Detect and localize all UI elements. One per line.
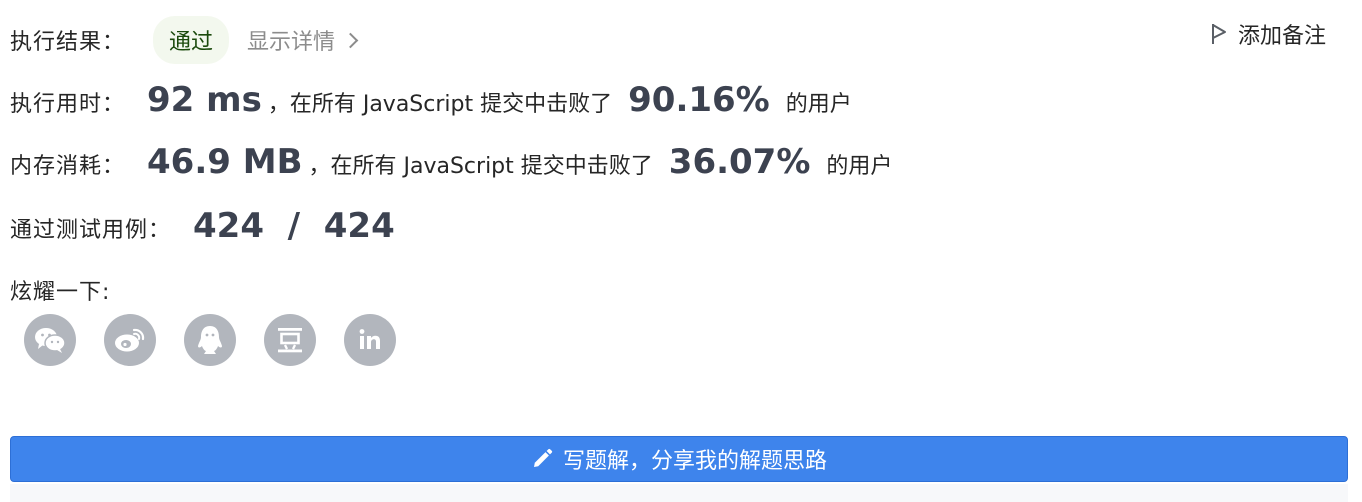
bottom-divider — [10, 484, 1348, 502]
runtime-middle-text: ，在所有 JavaScript 提交中击败了 — [267, 92, 613, 117]
wechat-icon — [35, 328, 66, 353]
result-label: 执行结果： — [10, 30, 126, 55]
memory-middle-text: ，在所有 JavaScript 提交中击败了 — [308, 154, 653, 179]
add-note-button[interactable]: 添加备注 — [1210, 18, 1326, 50]
linkedin-share-button[interactable] — [344, 314, 396, 366]
pencil-icon — [533, 448, 553, 467]
memory-label: 内存消耗： — [10, 154, 126, 179]
runtime-value: 92 ms — [147, 80, 262, 120]
chevron-right-icon — [342, 32, 359, 48]
runtime-label: 执行用时： — [10, 92, 126, 117]
weibo-icon — [115, 328, 145, 352]
wechat-share-button[interactable] — [24, 314, 76, 366]
show-details-link[interactable]: 显示详情 — [247, 24, 359, 56]
write-solution-button[interactable]: 写题解，分享我的解题思路 — [10, 436, 1348, 482]
share-row: 炫耀一下: — [10, 274, 110, 306]
qq-share-button[interactable] — [184, 314, 236, 366]
memory-suffix: 的用户 — [826, 154, 893, 179]
write-solution-label: 写题解，分享我的解题思路 — [562, 449, 827, 474]
add-note-label: 添加备注 — [1237, 24, 1326, 49]
tests-label: 通过测试用例： — [10, 218, 172, 243]
tests-row: 通过测试用例： 424 / 424 — [10, 206, 395, 246]
linkedin-icon — [359, 329, 380, 349]
runtime-percent: 90.16% — [628, 80, 770, 120]
flag-icon — [1211, 24, 1226, 44]
share-label: 炫耀一下: — [10, 280, 111, 305]
weibo-share-button[interactable] — [104, 314, 156, 366]
show-details-label: 显示详情 — [247, 30, 336, 55]
qq-icon — [198, 326, 222, 354]
memory-value: 46.9 MB — [147, 142, 303, 182]
memory-percent: 36.07% — [668, 142, 811, 182]
douban-share-button[interactable] — [264, 314, 316, 366]
runtime-suffix: 的用户 — [785, 92, 852, 117]
douban-icon — [278, 328, 302, 353]
status-badge: 通过 — [153, 16, 230, 64]
tests-value: 424 / 424 — [193, 206, 395, 246]
runtime-row: 执行用时： 92 ms ，在所有 JavaScript 提交中击败了 90.16… — [10, 80, 852, 120]
result-row: 执行结果： 通过 显示详情 — [10, 16, 359, 64]
share-icons — [24, 314, 396, 366]
memory-row: 内存消耗： 46.9 MB ，在所有 JavaScript 提交中击败了 36.… — [10, 142, 892, 182]
